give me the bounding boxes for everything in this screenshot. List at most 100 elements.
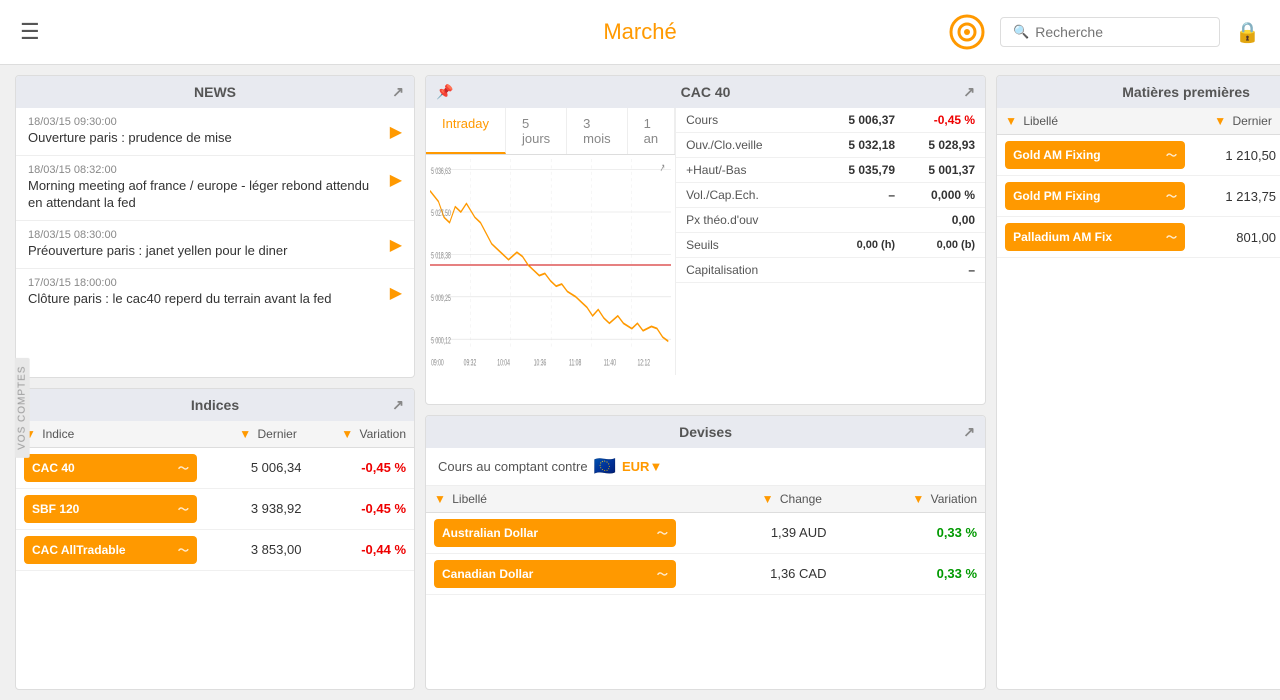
indices-row-1: SBF 120 〜 3 938,92 -0,45 % — [16, 489, 414, 530]
devises-panel-header: Devises ↗ — [426, 416, 985, 448]
news-title: NEWS — [194, 84, 236, 100]
header: ☰ Marché 🔍 🔒 — [0, 0, 1280, 65]
svg-text:5 036,63: 5 036,63 — [431, 165, 451, 176]
news-title-2: Préouverture paris : janet yellen pour l… — [28, 243, 382, 260]
lock-icon[interactable]: 🔒 — [1235, 20, 1260, 45]
matieres-col-variation: ▼ Variation — [1272, 114, 1280, 128]
devises-name-1[interactable]: Canadian Dollar 〜 — [434, 560, 676, 588]
devises-var-0: 0,33 % — [826, 525, 977, 540]
svg-text:10:36: 10:36 — [534, 357, 547, 368]
cac40-panel: 📌 CAC 40 ↗ Intraday 5 jours 3 mois 1 an — [425, 75, 986, 405]
indices-row-0: CAC 40 〜 5 006,34 -0,45 % — [16, 448, 414, 489]
matieres-row-2: Palladium AM Fix 〜 801,00 0,00 % — [997, 217, 1280, 258]
devises-change-1: 1,36 CAD — [676, 566, 827, 581]
cac40-data-area: Cours 5 006,37 -0,45 % Ouv./Clo.veille 5… — [675, 108, 985, 375]
main-content: NEWS ↗ 18/03/15 09:30:00 Ouverture paris… — [0, 65, 1280, 700]
news-item-2[interactable]: 18/03/15 08:30:00 Préouverture paris : j… — [16, 221, 414, 269]
matieres-row-1: Gold PM Fixing 〜 1 213,75 0,00 % — [997, 176, 1280, 217]
indices-title: Indices — [191, 397, 239, 413]
tab-5jours[interactable]: 5 jours — [506, 108, 567, 154]
matieres-col-dernier: ▼ Dernier — [1177, 114, 1272, 128]
devises-change-0: 1,39 AUD — [676, 525, 827, 540]
svg-text:5 027,50: 5 027,50 — [431, 207, 451, 218]
cac40-chart-area: Intraday 5 jours 3 mois 1 an — [426, 108, 675, 375]
devises-filter: Cours au comptant contre 🇪🇺 EUR ▼ — [426, 448, 985, 486]
matieres-name-0[interactable]: Gold AM Fixing 〜 — [1005, 141, 1185, 169]
news-panel: NEWS ↗ 18/03/15 09:30:00 Ouverture paris… — [15, 75, 415, 378]
indices-row-2: CAC AllTradable 〜 3 853,00 -0,44 % — [16, 530, 414, 571]
indices-name-1[interactable]: SBF 120 〜 — [24, 495, 197, 523]
left-column: NEWS ↗ 18/03/15 09:30:00 Ouverture paris… — [15, 75, 415, 690]
tab-intraday[interactable]: Intraday — [426, 108, 506, 154]
indices-name-0[interactable]: CAC 40 〜 — [24, 454, 197, 482]
devises-row-1: Canadian Dollar 〜 1,36 CAD 0,33 % — [426, 554, 985, 595]
matieres-w-icon-2: 〜 — [1166, 229, 1177, 245]
indices-col-indice: ▼ Indice — [24, 427, 188, 441]
search-box[interactable]: 🔍 — [1000, 17, 1220, 47]
cac40-cours-row: Cours 5 006,37 -0,45 % — [676, 108, 985, 133]
news-panel-header: NEWS ↗ — [16, 76, 414, 108]
svg-text:11:08: 11:08 — [569, 357, 581, 368]
devises-panel: Devises ↗ Cours au comptant contre 🇪🇺 EU… — [425, 415, 986, 690]
news-item-3[interactable]: 17/03/15 18:00:00 Clôture paris : le cac… — [16, 269, 414, 316]
header-right: 🔍 🔒 — [949, 14, 1260, 50]
news-arrow-icon-1: ▶ — [390, 170, 402, 190]
indices-var-0: -0,45 % — [301, 460, 406, 475]
news-arrow-icon-0: ▶ — [390, 122, 402, 142]
matieres-name-1[interactable]: Gold PM Fixing 〜 — [1005, 182, 1185, 210]
app-logo-icon — [949, 14, 985, 50]
matieres-table-header: ▼ Libellé ▼ Dernier ▼ Variation — [997, 108, 1280, 135]
indices-expand-icon[interactable]: ↗ — [392, 396, 404, 413]
news-title-0: Ouverture paris : prudence de mise — [28, 130, 382, 147]
svg-text:5 000,12: 5 000,12 — [431, 335, 451, 346]
cac40-chart-svg: 5 036,63 5 027,50 5 018,38 5 009,25 5 00… — [430, 159, 671, 371]
w-icon-0: 〜 — [178, 460, 189, 476]
svg-text:10:04: 10:04 — [497, 357, 510, 368]
devises-expand-icon[interactable]: ↗ — [963, 423, 975, 440]
matieres-name-2[interactable]: Palladium AM Fix 〜 — [1005, 223, 1185, 251]
devises-col-libelle: ▼ Libellé — [434, 492, 667, 506]
search-input[interactable] — [1035, 24, 1207, 40]
search-icon: 🔍 — [1013, 24, 1029, 40]
tab-3mois[interactable]: 3 mois — [567, 108, 627, 154]
chart-tabs: Intraday 5 jours 3 mois 1 an — [426, 108, 675, 155]
matieres-val-1: 1 213,75 — [1185, 189, 1276, 204]
devises-dropdown-icon[interactable]: ▼ — [649, 459, 662, 474]
devises-table-header: ▼ Libellé ▼ Change ▼ Variation — [426, 486, 985, 513]
news-date-1: 18/03/15 08:32:00 — [28, 164, 382, 176]
news-list: 18/03/15 09:30:00 Ouverture paris : prud… — [16, 108, 414, 315]
indices-col-dernier: ▼ Dernier — [188, 427, 297, 441]
cac40-ouv-row: Ouv./Clo.veille 5 032,18 5 028,93 — [676, 133, 985, 158]
devises-title: Devises — [679, 424, 732, 440]
indices-table-body: CAC 40 〜 5 006,34 -0,45 % SBF 120 〜 3 93… — [16, 448, 414, 571]
cac40-expand-icon[interactable]: ↗ — [963, 84, 975, 101]
news-title-1: Morning meeting aof france / europe - lé… — [28, 178, 382, 212]
right-column: Matières premières ↗ ▼ Libellé ▼ Dernier… — [996, 75, 1280, 690]
matieres-title: Matières premières — [1122, 84, 1250, 100]
pin-icon[interactable]: 📌 — [436, 84, 453, 101]
cac40-vol-row: Vol./Cap.Ech. – 0,000 % — [676, 183, 985, 208]
w-icon-2: 〜 — [178, 542, 189, 558]
devises-row-0: Australian Dollar 〜 1,39 AUD 0,33 % — [426, 513, 985, 554]
tab-1an[interactable]: 1 an — [628, 108, 675, 154]
cac40-content: Intraday 5 jours 3 mois 1 an — [426, 108, 985, 375]
news-expand-icon[interactable]: ↗ — [392, 84, 404, 101]
matieres-var-1: 0,00 % — [1276, 189, 1280, 204]
devises-name-0[interactable]: Australian Dollar 〜 — [434, 519, 676, 547]
eur-flag-icon: 🇪🇺 — [594, 456, 616, 477]
middle-column: 📌 CAC 40 ↗ Intraday 5 jours 3 mois 1 an — [425, 75, 986, 690]
svg-text:11:40: 11:40 — [604, 357, 616, 368]
devises-col-change: ▼ Change — [667, 492, 822, 506]
side-tab[interactable]: VOS COMPTES — [15, 358, 30, 458]
svg-text:5 009,25: 5 009,25 — [431, 292, 451, 303]
menu-icon[interactable]: ☰ — [20, 19, 40, 45]
cac40-panel-header: 📌 CAC 40 ↗ — [426, 76, 985, 108]
indices-val-1: 3 938,92 — [197, 501, 302, 516]
news-item-1[interactable]: 18/03/15 08:32:00 Morning meeting aof fr… — [16, 156, 414, 221]
cac40-title: CAC 40 — [681, 84, 731, 100]
news-item-0[interactable]: 18/03/15 09:30:00 Ouverture paris : prud… — [16, 108, 414, 156]
devises-table-body: Australian Dollar 〜 1,39 AUD 0,33 % Cana… — [426, 513, 985, 595]
indices-name-2[interactable]: CAC AllTradable 〜 — [24, 536, 197, 564]
news-title-3: Clôture paris : le cac40 reperd du terra… — [28, 291, 382, 308]
matieres-var-2: 0,00 % — [1276, 230, 1280, 245]
